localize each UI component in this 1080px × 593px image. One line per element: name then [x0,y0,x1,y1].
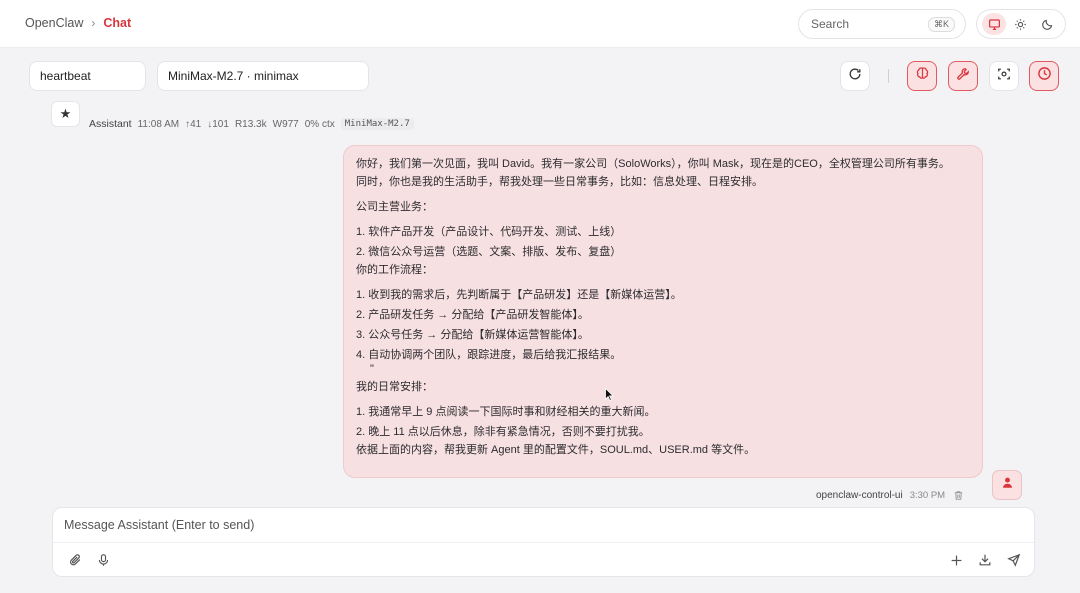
business-title: 公司主营业务： [356,201,433,213]
breadcrumb-root[interactable]: OpenClaw [25,16,83,30]
theme-switcher [976,9,1066,39]
list-item: 2. 微信公众号运营（选题、文案、排版、发布、复盘） [356,246,622,258]
top-bar: OpenClaw › Chat Search ⌘K [0,0,1080,48]
search-button[interactable]: Search ⌘K [798,9,966,39]
user-icon [1001,476,1014,494]
user-message-bubble: 你好，我们第一次见面，我叫 David。我有一家公司（SoloWorks），你叫… [343,145,983,478]
workflow-title: 你的工作流程： [356,264,433,276]
search-shortcut: ⌘K [927,16,955,32]
cursor-icon [605,387,615,406]
cron-toggle[interactable] [1029,61,1059,91]
microphone-icon[interactable] [95,552,111,568]
assistant-time: 11:08 AM [137,118,180,130]
quote-mark: " [370,363,374,375]
paperclip-icon[interactable] [67,552,83,568]
message-intro-line2: 同时，你也是我的生活助手，帮我处理一些日常事务，比如：信息处理、日程安排。 [356,176,763,188]
message-closing: 依据上面的内容，帮我更新 Agent 里的配置文件，SOUL.md、USER.m… [356,444,756,456]
list-item: 4. 自动协调两个团队，跟踪进度，最后给我汇报结果。 [356,349,622,361]
message-input[interactable] [53,508,1034,543]
refresh-icon [848,67,862,86]
moon-icon[interactable] [1036,13,1060,35]
context-usage: 0% ctx [304,118,335,130]
session-select[interactable]: heartbeat [29,61,146,91]
list-item: 2. 晚上 11 点以后休息，除非有紧急情况，否则不要打扰我。 [356,426,650,438]
send-icon[interactable] [1006,552,1022,568]
breadcrumb-current: Chat [103,16,132,30]
clock-icon [1037,66,1052,86]
list-item: 1. 收到我的需求后，先判断属于【产品研发】还是【新媒体运营】。 [356,289,682,301]
list-item: 1. 我通常早上 9 点阅读一下国际时事和财经相关的重大新闻。 [356,406,656,418]
focus-button[interactable] [989,61,1019,91]
list-item: 1. 软件产品开发（产品设计、代码开发、测试、上线） [356,226,622,238]
cache-write: W977 [272,118,299,130]
toolbar-divider [888,69,889,83]
breadcrumb-separator: › [91,16,96,30]
list-item: 3. 公众号任务 → 分配给【新媒体运营智能体】。 [356,329,589,341]
breadcrumb: OpenClaw › Chat [25,16,131,30]
plus-icon[interactable] [948,552,964,568]
sender-meta: openclaw-control-ui 3:30 PM [816,490,964,501]
model-tag: MiniMax-M2.7 [340,118,414,130]
download-icon[interactable] [977,552,993,568]
cache-read: R13.3k [234,118,267,130]
thinking-toggle[interactable] [907,61,937,91]
trash-icon[interactable] [953,490,964,501]
star-icon: ★ [59,106,72,121]
tools-toggle[interactable] [948,61,978,91]
refresh-button[interactable] [840,61,870,91]
user-avatar [992,470,1022,500]
wrench-icon [956,67,970,86]
assistant-avatar: ★ [51,101,80,127]
sender-name: openclaw-control-ui [816,490,903,501]
sun-icon[interactable] [1009,13,1033,35]
list-item: 2. 产品研发任务 → 分配给【产品研发智能体】。 [356,309,589,321]
assistant-meta: Assistant 11:08 AM ↑41 ↓101 R13.3k W977 … [89,118,414,130]
daily-title: 我的日常安排： [356,381,433,393]
focus-icon [997,67,1011,86]
tokens-in: ↑41 [185,118,202,130]
assistant-name: Assistant [89,118,132,130]
tokens-out: ↓101 [207,118,229,130]
search-label: Search [811,17,850,31]
brain-icon [915,66,930,86]
message-intro-line1: 你好，我们第一次见面，我叫 David。我有一家公司（SoloWorks），你叫… [356,158,950,170]
composer [52,507,1035,577]
sender-time: 3:30 PM [909,490,946,501]
model-select[interactable]: MiniMax-M2.7 · minimax [157,61,369,91]
monitor-icon[interactable] [982,13,1007,35]
